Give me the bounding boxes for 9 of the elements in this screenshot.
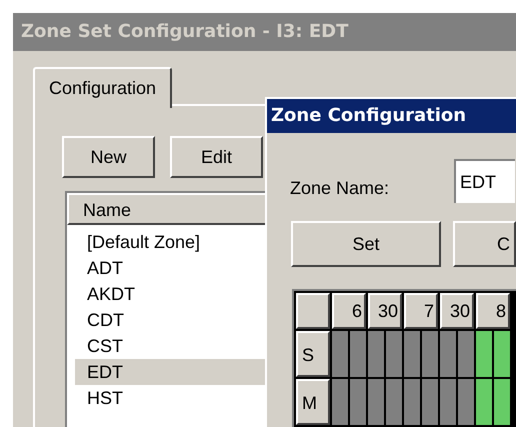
day-header: S — [296, 331, 330, 377]
time-header: 30 — [368, 293, 402, 329]
day-header: M — [296, 379, 330, 425]
window-title: Zone Set Configuration - I3: EDT — [13, 13, 516, 51]
time-header: 8 — [476, 293, 510, 329]
time-header: 6 — [332, 293, 366, 329]
time-header: 7 — [404, 293, 438, 329]
time-header: 30 — [440, 293, 474, 329]
dialog-title: Zone Configuration — [267, 99, 516, 133]
